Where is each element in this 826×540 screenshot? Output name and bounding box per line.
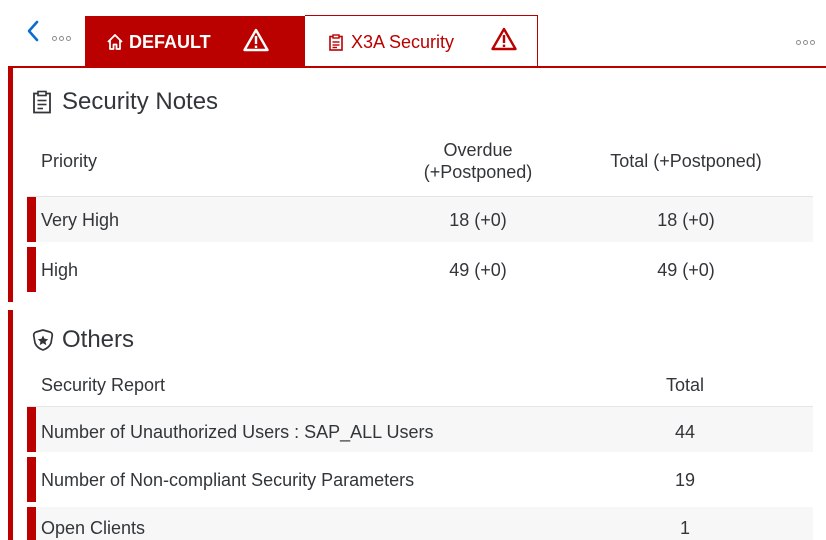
tab-default[interactable]: DEFAULT	[85, 16, 319, 67]
badge-icon	[32, 328, 54, 352]
cell-report: Number of Unauthorized Users : SAP_ALL U…	[41, 422, 434, 442]
table-row[interactable]: High 49 (+0) 49 (+0)	[27, 247, 813, 292]
priority-marker	[27, 197, 36, 242]
cell-report: Number of Non-compliant Security Paramet…	[41, 470, 415, 490]
cell-total: 18 (+0)	[657, 210, 715, 230]
security-notes-title: Security Notes	[32, 88, 218, 116]
tab-default-label: DEFAULT	[129, 32, 211, 52]
column-header-total: Total	[665, 375, 705, 395]
others-title: Others	[32, 326, 134, 354]
home-icon	[106, 33, 124, 56]
column-header-priority: Priority	[41, 151, 98, 171]
chevron-left-icon[interactable]	[26, 20, 46, 46]
overflow-left-icon[interactable]	[52, 34, 71, 44]
cell-priority: Very High	[41, 210, 120, 230]
table-row[interactable]: Number of Unauthorized Users : SAP_ALL U…	[27, 407, 813, 452]
column-header-total: Total (+Postponed)	[610, 151, 762, 171]
cell-total: 49 (+0)	[657, 260, 715, 280]
clipboard-icon	[32, 90, 54, 114]
warning-icon	[243, 28, 269, 57]
table-row[interactable]: Number of Non-compliant Security Paramet…	[27, 457, 813, 502]
cell-total: 44	[674, 422, 696, 442]
others-title-text: Others	[62, 326, 135, 353]
warning-icon	[491, 27, 517, 56]
priority-marker	[27, 407, 36, 452]
column-header-overdue-line2: (+Postponed)	[423, 162, 533, 182]
tab-x3a-security[interactable]: X3A Security	[305, 15, 538, 67]
column-header-security-report: Security Report	[41, 375, 166, 395]
security-notes-title-text: Security Notes	[62, 88, 219, 115]
table-row[interactable]: Open Clients 1	[27, 507, 813, 540]
column-header-overdue: Overdue (+Postponed)	[396, 139, 560, 183]
priority-marker	[27, 507, 36, 540]
tab-x3a-security-label: X3A Security	[351, 32, 455, 52]
clipboard-icon	[329, 34, 343, 56]
priority-marker	[27, 457, 36, 502]
column-header-overdue-line1: Overdue	[443, 140, 513, 160]
cell-priority: High	[41, 260, 79, 280]
cell-report: Open Clients	[41, 518, 146, 538]
overflow-right-icon[interactable]	[796, 38, 815, 48]
table-row[interactable]: Very High 18 (+0) 18 (+0)	[27, 197, 813, 242]
cell-total: 1	[679, 518, 690, 538]
cell-overdue: 49 (+0)	[449, 260, 507, 280]
cell-total: 19	[674, 470, 696, 490]
priority-marker	[27, 247, 36, 292]
tab-bar: DEFAULT X3A Security	[0, 0, 826, 67]
cell-overdue: 18 (+0)	[449, 210, 507, 230]
